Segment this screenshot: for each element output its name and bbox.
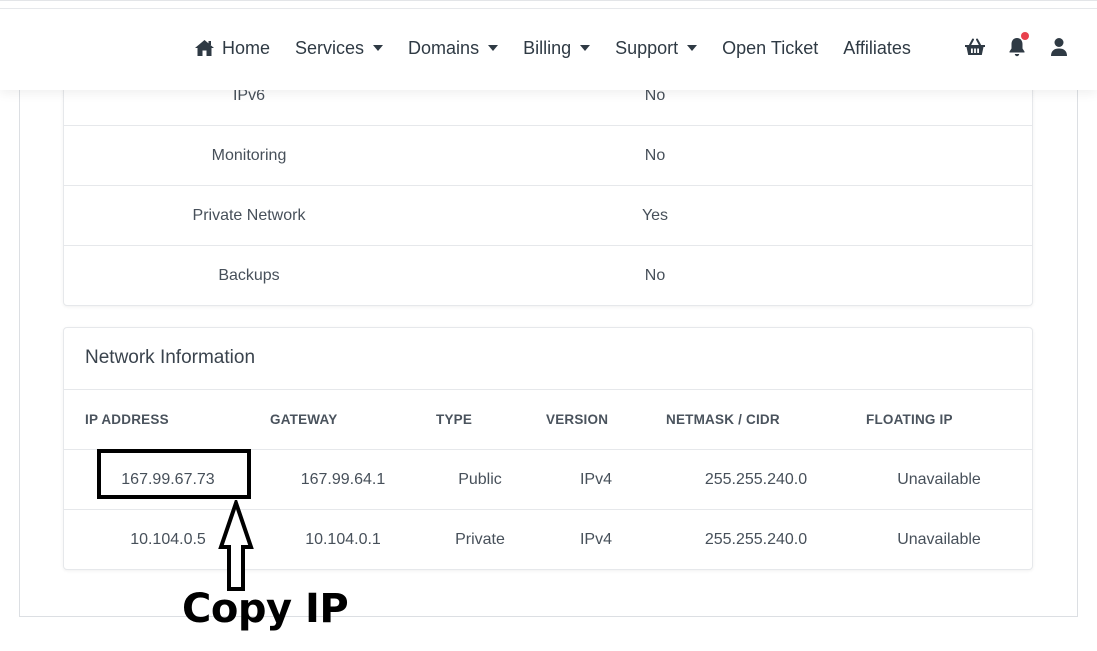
arrow-up-icon	[218, 500, 254, 591]
nav-domains-label: Domains	[408, 37, 480, 58]
floating-ip-cell: Unavailable	[897, 530, 981, 548]
nav-home-label: Home	[222, 37, 271, 58]
header-netmask: NETMASK / CIDR	[666, 412, 780, 427]
server-details-card: IPv6 No Monitoring No Private Network Ye…	[63, 60, 1033, 306]
chevron-down-icon	[580, 45, 591, 51]
chevron-down-icon	[373, 45, 384, 51]
detail-label: Monitoring	[211, 146, 287, 164]
nav-open-ticket-label: Open Ticket	[722, 37, 819, 58]
header-type: TYPE	[436, 412, 473, 427]
header-ip-address: IP ADDRESS	[85, 412, 169, 427]
nav-billing-label: Billing	[523, 37, 572, 58]
basket-icon[interactable]	[963, 35, 987, 59]
detail-label: Private Network	[192, 206, 306, 224]
detail-row-backups: Backups No	[64, 246, 1032, 306]
nav-services-label: Services	[295, 37, 365, 58]
detail-row-monitoring: Monitoring No	[64, 126, 1032, 186]
nav-open-ticket[interactable]: Open Ticket	[722, 38, 818, 59]
main-nav: Home Services Domains Billing Support Op…	[194, 33, 936, 63]
top-navbar: Home Services Domains Billing Support Op…	[0, 0, 1097, 90]
home-icon	[194, 39, 215, 57]
netmask-cell: 255.255.240.0	[704, 470, 808, 488]
nav-home[interactable]: Home	[194, 38, 270, 59]
gateway-cell: 167.99.64.1	[300, 470, 386, 488]
notification-dot	[1021, 32, 1029, 40]
nav-billing[interactable]: Billing	[523, 37, 591, 59]
nav-affiliates[interactable]: Affiliates	[843, 38, 911, 59]
card-divider	[64, 389, 1032, 390]
type-cell: Public	[458, 470, 502, 488]
netmask-cell: 255.255.240.0	[704, 530, 808, 548]
gateway-cell: 10.104.0.1	[305, 530, 381, 548]
bell-icon[interactable]	[1005, 32, 1029, 59]
detail-value: No	[644, 267, 666, 284]
version-cell: IPv4	[579, 470, 612, 488]
page: Home Services Domains Billing Support Op…	[0, 0, 1097, 651]
nav-domains[interactable]: Domains	[408, 37, 499, 59]
nav-icon-group	[963, 32, 1071, 59]
nav-support-label: Support	[615, 37, 679, 58]
header-floating-ip: FLOATING IP	[866, 412, 953, 427]
annotation-label: Copy IP	[182, 586, 349, 632]
type-cell: Private	[455, 530, 505, 548]
nav-support[interactable]: Support	[615, 37, 698, 59]
detail-label: Backups	[218, 267, 280, 284]
top-divider	[0, 8, 1097, 9]
chevron-down-icon	[687, 45, 698, 51]
detail-row-private-network: Private Network Yes	[64, 186, 1032, 246]
network-card-title: Network Information	[85, 347, 256, 368]
annotation-highlight-box	[97, 449, 251, 499]
user-icon[interactable]	[1047, 35, 1071, 59]
floating-ip-cell: Unavailable	[897, 470, 981, 488]
nav-affiliates-label: Affiliates	[843, 37, 911, 58]
detail-value: Yes	[641, 206, 669, 224]
detail-value: No	[644, 146, 666, 164]
version-cell: IPv4	[579, 530, 612, 548]
nav-services[interactable]: Services	[295, 37, 384, 59]
header-version: VERSION	[546, 412, 609, 427]
table-row: 10.104.0.5 10.104.0.1 Private IPv4 255.2…	[64, 509, 1032, 569]
chevron-down-icon	[488, 45, 499, 51]
header-gateway: GATEWAY	[270, 412, 338, 427]
